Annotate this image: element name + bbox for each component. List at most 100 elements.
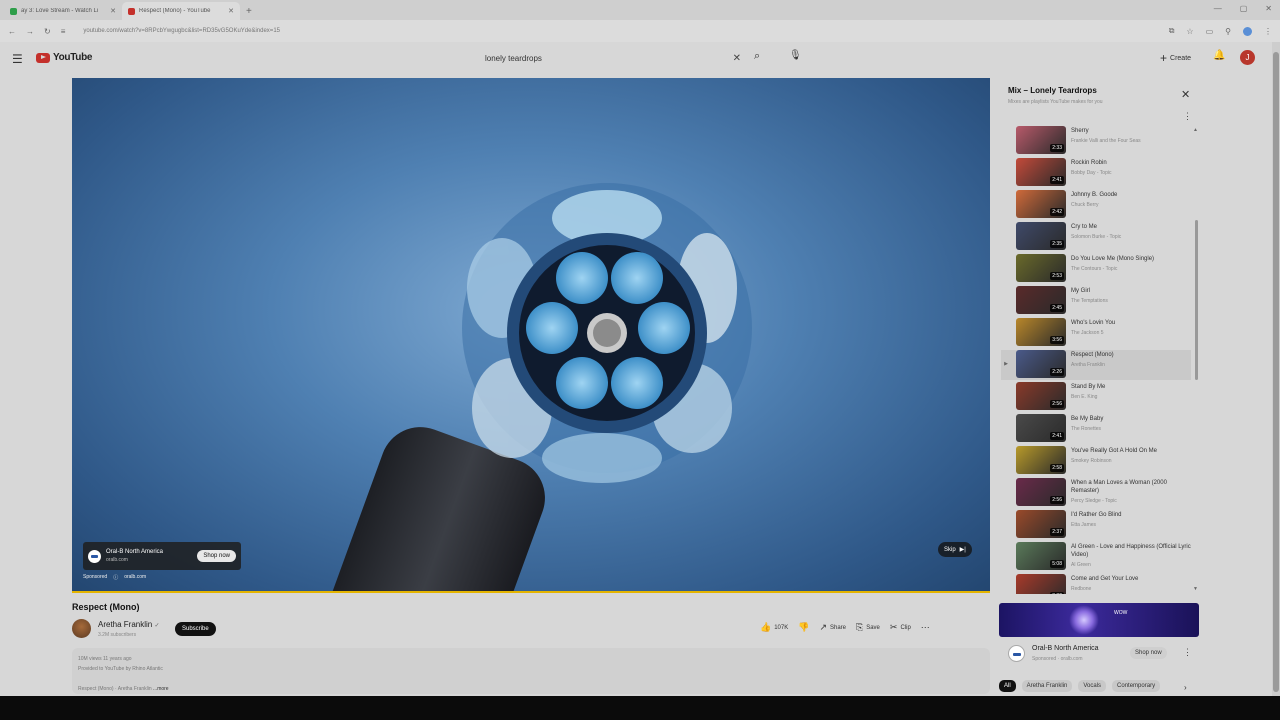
- account-avatar[interactable]: J: [1240, 50, 1255, 65]
- side-ad-menu-icon[interactable]: ⋮: [1183, 647, 1192, 658]
- playlist-menu-icon[interactable]: ⋮: [1183, 111, 1192, 122]
- search-icon[interactable]: ⌕: [754, 50, 760, 63]
- playlist-scrollbar[interactable]: [1195, 220, 1198, 380]
- playlist-item-title[interactable]: Stand By Me: [1071, 383, 1191, 391]
- playlist-item[interactable]: ▶ 2:26 Respect (Mono) Aretha Franklin: [1001, 350, 1191, 380]
- playlist-item[interactable]: 2:33 Sherry Frankie Valli and the Four Sea…: [1001, 126, 1191, 156]
- playlist-thumbnail[interactable]: 2:56: [1016, 382, 1066, 410]
- scroll-up-icon[interactable]: ▲: [1193, 127, 1198, 133]
- playlist-thumbnail[interactable]: 2:33: [1016, 126, 1066, 154]
- scroll-down-icon[interactable]: ▼: [1193, 586, 1198, 592]
- side-ad-name[interactable]: Oral-B North America: [1032, 645, 1099, 652]
- video-player[interactable]: Oral-B North America oralb.com Shop now …: [72, 78, 990, 593]
- channel-avatar[interactable]: [72, 619, 91, 638]
- playlist-item[interactable]: 2:42 Johnny B. Goode Chuck Berry: [1001, 190, 1191, 220]
- playlist-item-title[interactable]: Do You Love Me (Mono Single): [1071, 255, 1191, 263]
- notifications-bell-icon[interactable]: 🔔: [1213, 50, 1225, 61]
- install-icon[interactable]: ⧉: [1169, 26, 1175, 36]
- channel-name[interactable]: Aretha Franklin ✓: [98, 620, 160, 629]
- page-scrollbar[interactable]: [1273, 52, 1279, 692]
- share-button[interactable]: ↗ Share: [819, 622, 846, 633]
- playlist-item[interactable]: 3:30 Come and Get Your Love Redbone: [1001, 574, 1191, 594]
- playlist-item[interactable]: 2:45 My Girl The Temptations: [1001, 286, 1191, 316]
- url-field[interactable]: youtube.com/watch?v=8RPcbYwgugbc&list=RD…: [75, 28, 1158, 34]
- chip-all[interactable]: All: [999, 680, 1016, 692]
- maximize-icon[interactable]: ▢: [1240, 4, 1248, 13]
- close-playlist-icon[interactable]: ✕: [1181, 88, 1190, 101]
- playlist-item-title[interactable]: Come and Get Your Love: [1071, 575, 1191, 583]
- minimize-icon[interactable]: —: [1214, 4, 1222, 13]
- playlist-thumbnail[interactable]: 2:53: [1016, 254, 1066, 282]
- playlist-thumbnail[interactable]: 2:58: [1016, 446, 1066, 474]
- browser-tab[interactable]: ay 3: Love Stream - Watch Li ✕: [4, 2, 122, 20]
- create-button[interactable]: + Create: [1160, 51, 1191, 65]
- side-ad-shop-now-button[interactable]: Shop now: [1130, 647, 1167, 659]
- playlist-item-title[interactable]: When a Man Loves a Woman (2000 Remaster): [1071, 479, 1191, 495]
- back-icon[interactable]: ←: [8, 27, 16, 36]
- info-icon[interactable]: ⓘ: [113, 574, 118, 581]
- chevron-right-icon[interactable]: ›: [1184, 683, 1187, 692]
- browser-tab-active[interactable]: Respect (Mono) - YouTube ✕: [122, 2, 240, 20]
- playlist-thumbnail[interactable]: 2:41: [1016, 414, 1066, 442]
- playlist-item-title[interactable]: Johnny B. Goode: [1071, 191, 1191, 199]
- more-actions-button[interactable]: ⋯: [921, 622, 930, 633]
- search-box[interactable]: lonely teardrops ✕: [478, 48, 748, 68]
- playlist-item-title[interactable]: My Girl: [1071, 287, 1191, 295]
- chip-aretha-franklin[interactable]: Aretha Franklin: [1021, 680, 1073, 692]
- playlist-item[interactable]: 2:37 I'd Rather Go Blind Etta James: [1001, 510, 1191, 540]
- hamburger-icon[interactable]: ☰: [12, 52, 23, 66]
- playlist-thumbnail[interactable]: 2:26: [1016, 350, 1066, 378]
- tab-search-icon[interactable]: ▭: [1206, 27, 1214, 36]
- browser-menu-icon[interactable]: ⋮: [1264, 27, 1272, 36]
- youtube-logo[interactable]: YouTube: [36, 52, 93, 63]
- playlist-item-title[interactable]: Cry to Me: [1071, 223, 1191, 231]
- playlist-item-title[interactable]: Al Green - Love and Happiness (Official …: [1071, 543, 1191, 559]
- playlist-item[interactable]: 5:08 Al Green - Love and Happiness (Offic…: [1001, 542, 1191, 572]
- playlist-item[interactable]: 2:53 Do You Love Me (Mono Single) The Cont…: [1001, 254, 1191, 284]
- playlist-item[interactable]: 2:56 When a Man Loves a Woman (2000 Remas…: [1001, 478, 1191, 508]
- close-window-icon[interactable]: ✕: [1265, 4, 1272, 13]
- playlist-item-title[interactable]: I'd Rather Go Blind: [1071, 511, 1191, 519]
- playlist-thumbnail[interactable]: 2:41: [1016, 158, 1066, 186]
- bookmark-star-icon[interactable]: ☆: [1186, 27, 1193, 36]
- playlist-thumbnail[interactable]: 2:42: [1016, 190, 1066, 218]
- playlist-item-title[interactable]: Who's Lovin You: [1071, 319, 1191, 327]
- like-button[interactable]: 👍 107K: [760, 622, 788, 633]
- playlist-item-title[interactable]: Respect (Mono): [1071, 351, 1191, 359]
- playlist-thumbnail[interactable]: 5:08: [1016, 542, 1066, 570]
- microphone-icon[interactable]: 🎙: [789, 50, 802, 61]
- new-tab-button[interactable]: +: [246, 6, 252, 17]
- search-input[interactable]: lonely teardrops: [485, 54, 733, 63]
- chip-contemporary[interactable]: Contemporary: [1112, 680, 1161, 692]
- more-link[interactable]: ...more: [153, 686, 169, 692]
- clip-button[interactable]: ✂ Clip: [890, 622, 911, 633]
- side-ad-banner[interactable]: WOW: [999, 603, 1199, 637]
- sponsored-url[interactable]: oralb.com: [124, 574, 146, 581]
- ad-progress-bar[interactable]: [72, 591, 990, 593]
- playlist-item[interactable]: 2:56 Stand By Me Ben E. King: [1001, 382, 1191, 412]
- forward-icon[interactable]: →: [26, 27, 34, 36]
- playlist-item-title[interactable]: You've Really Got A Hold On Me: [1071, 447, 1191, 455]
- playlist-item[interactable]: 2:35 Cry to Me Solomon Burke - Topic: [1001, 222, 1191, 252]
- extensions-icon[interactable]: ⚲: [1225, 27, 1231, 36]
- playlist-item-title[interactable]: Be My Baby: [1071, 415, 1191, 423]
- clear-search-icon[interactable]: ✕: [733, 53, 741, 64]
- chip-vocals[interactable]: Vocals: [1078, 680, 1107, 692]
- site-info-icon[interactable]: ≡: [61, 27, 66, 36]
- save-button[interactable]: ⎘ Save: [856, 622, 880, 633]
- playlist-item[interactable]: 2:58 You've Really Got A Hold On Me Smokey…: [1001, 446, 1191, 476]
- skip-ad-button[interactable]: Skip ▶|: [938, 542, 972, 557]
- playlist-thumbnail[interactable]: 3:56: [1016, 318, 1066, 346]
- playlist-thumbnail[interactable]: 3:30: [1016, 574, 1066, 594]
- tab-close-icon[interactable]: ✕: [228, 7, 234, 15]
- side-ad-logo-icon[interactable]: [1008, 645, 1025, 662]
- tab-close-icon[interactable]: ✕: [110, 7, 116, 15]
- reload-icon[interactable]: ↻: [44, 27, 51, 36]
- playlist-thumbnail[interactable]: 2:56: [1016, 478, 1066, 506]
- ad-overlay-card[interactable]: Oral-B North America oralb.com Shop now: [83, 542, 241, 570]
- playlist-item[interactable]: 2:41 Rockin Robin Bobby Day - Topic: [1001, 158, 1191, 188]
- playlist-item-title[interactable]: Sherry: [1071, 127, 1191, 135]
- subscribe-button[interactable]: Subscribe: [175, 622, 216, 636]
- dislike-button[interactable]: 👎: [798, 622, 809, 633]
- playlist-item-title[interactable]: Rockin Robin: [1071, 159, 1191, 167]
